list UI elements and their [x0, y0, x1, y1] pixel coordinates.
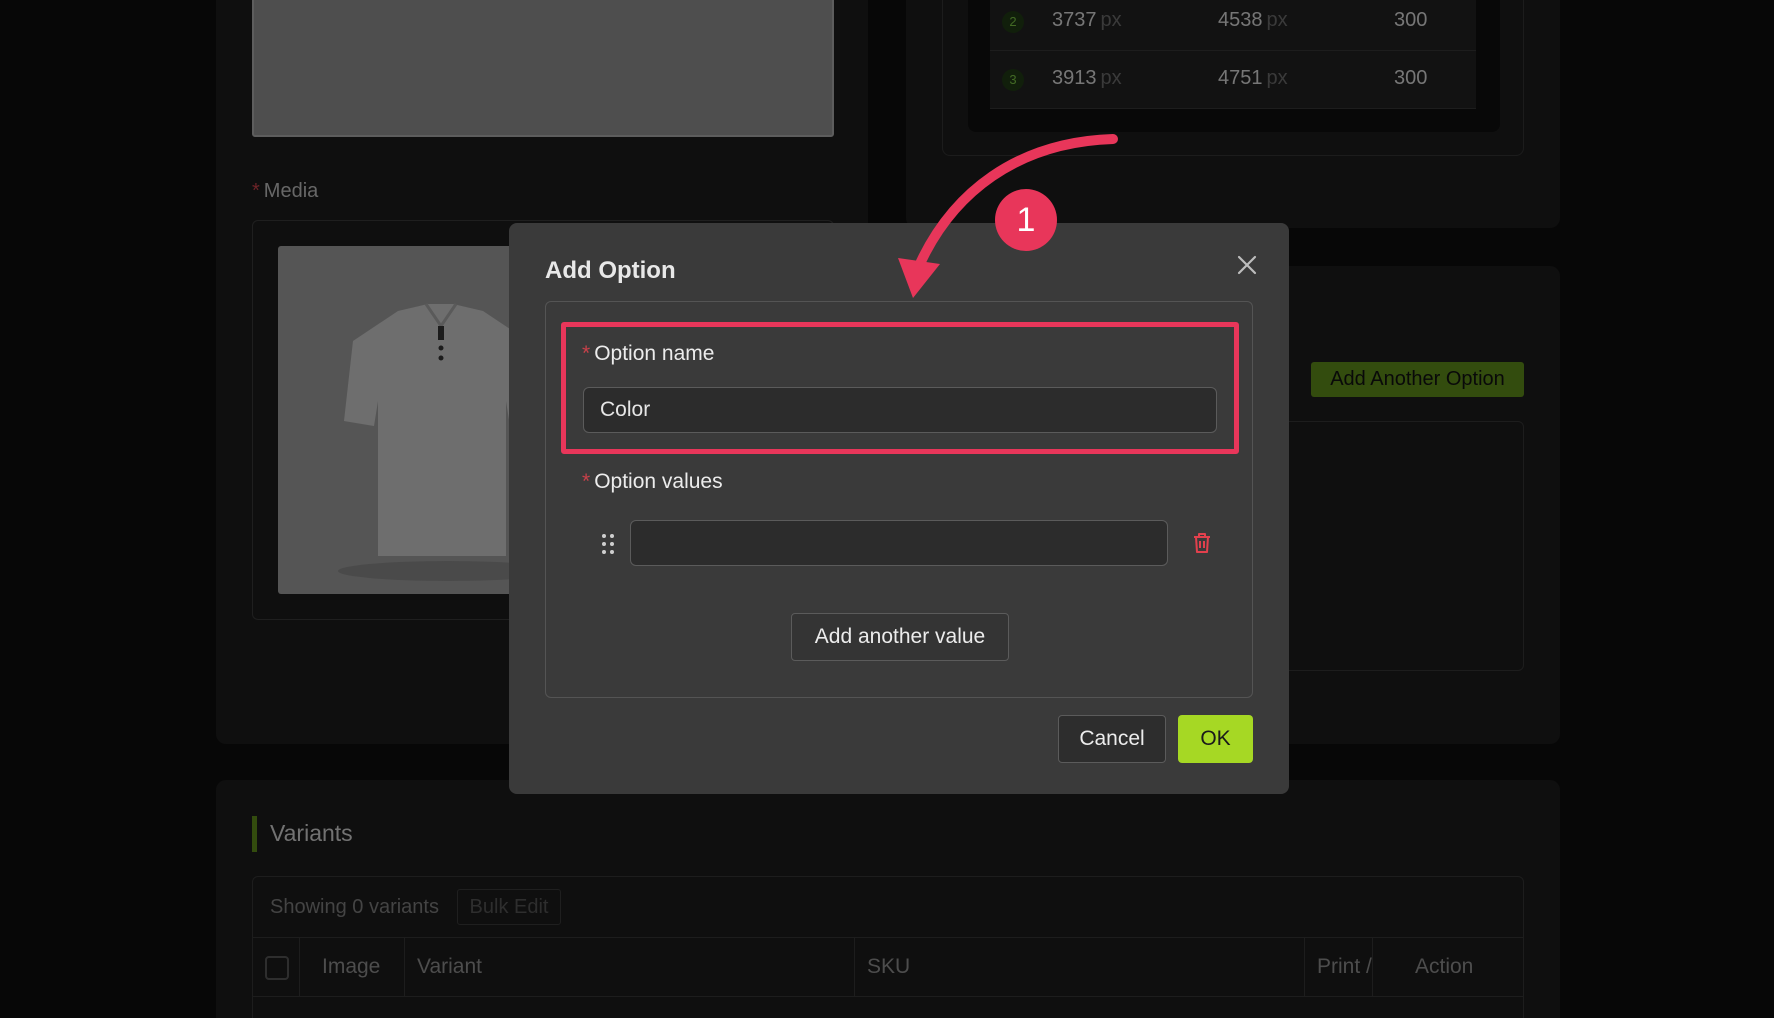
- close-icon[interactable]: [1234, 252, 1260, 278]
- ok-button[interactable]: OK: [1178, 715, 1253, 763]
- dialog-title: Add Option: [545, 257, 676, 284]
- option-form: * Option name Color * Option values Add an…: [545, 301, 1253, 698]
- step-number-badge: 1: [995, 189, 1057, 251]
- option-values-label: * Option values: [582, 470, 723, 493]
- cancel-button[interactable]: Cancel: [1058, 715, 1166, 763]
- drag-handle-icon[interactable]: [600, 532, 616, 556]
- add-option-dialog: Add Option * Option name Color * Option va…: [509, 223, 1289, 794]
- add-another-value-button[interactable]: Add another value: [791, 613, 1009, 661]
- option-value-input[interactable]: [630, 520, 1168, 566]
- highlight-box: [561, 322, 1239, 454]
- trash-icon[interactable]: [1191, 531, 1213, 555]
